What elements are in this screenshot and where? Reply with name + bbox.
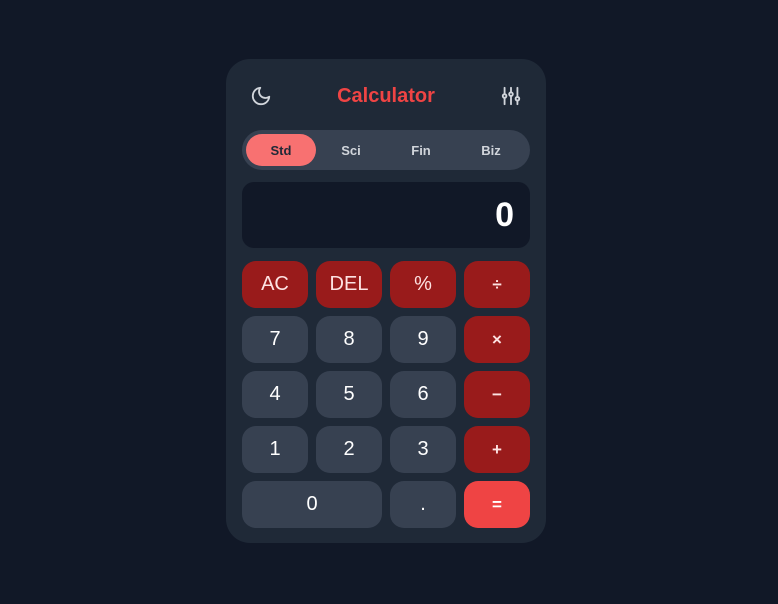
subtract-button[interactable]: −: [464, 371, 530, 418]
tab-business[interactable]: Biz: [456, 134, 526, 166]
clear-button[interactable]: AC: [242, 261, 308, 308]
result-display: 0: [242, 182, 530, 248]
digit-6-button[interactable]: 6: [390, 371, 456, 418]
digit-7-button[interactable]: 7: [242, 316, 308, 363]
tab-scientific[interactable]: Sci: [316, 134, 386, 166]
divide-button[interactable]: ÷: [464, 261, 530, 308]
tab-financial[interactable]: Fin: [386, 134, 456, 166]
digit-8-button[interactable]: 8: [316, 316, 382, 363]
display-value: 0: [495, 195, 514, 234]
multiply-button[interactable]: ×: [464, 316, 530, 363]
equals-button[interactable]: =: [464, 481, 530, 528]
theme-toggle-button[interactable]: [248, 83, 274, 109]
digit-3-button[interactable]: 3: [390, 426, 456, 473]
calculator-panel: Calculator Std Sci Fin Biz 0 AC DEL % ÷ …: [226, 59, 546, 543]
decimal-button[interactable]: .: [390, 481, 456, 528]
digit-5-button[interactable]: 5: [316, 371, 382, 418]
digit-9-button[interactable]: 9: [390, 316, 456, 363]
calculator-header: Calculator: [226, 59, 546, 131]
delete-button[interactable]: DEL: [316, 261, 382, 308]
mode-tabs: Std Sci Fin Biz: [242, 130, 530, 170]
add-button[interactable]: +: [464, 426, 530, 473]
digit-4-button[interactable]: 4: [242, 371, 308, 418]
digit-1-button[interactable]: 1: [242, 426, 308, 473]
digit-0-button[interactable]: 0: [242, 481, 382, 528]
settings-button[interactable]: [498, 83, 524, 109]
app-title: Calculator: [337, 85, 435, 107]
tab-standard[interactable]: Std: [246, 134, 316, 166]
sliders-icon: [501, 86, 521, 106]
digit-2-button[interactable]: 2: [316, 426, 382, 473]
percent-button[interactable]: %: [390, 261, 456, 308]
moon-icon: [251, 86, 271, 106]
keypad: AC DEL % ÷ 7 8 9 × 4 5 6 − 1 2 3 + 0 . =: [242, 261, 530, 528]
